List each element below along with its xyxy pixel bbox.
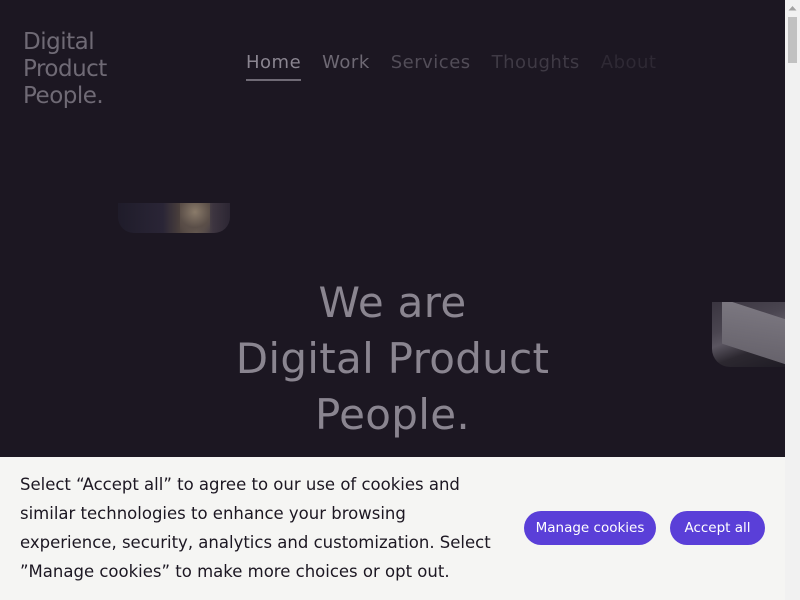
site-logo[interactable]: Digital Product People. xyxy=(23,29,107,110)
scrollbar-thumb[interactable] xyxy=(788,17,797,63)
hero-heading: We are Digital Product People. xyxy=(0,275,785,443)
page: Digital Product People. Home Work Servic… xyxy=(0,0,785,600)
manage-cookies-button[interactable]: Manage cookies xyxy=(524,511,656,545)
accept-all-button[interactable]: Accept all xyxy=(670,511,765,545)
hero-line-2: Digital Product xyxy=(235,334,550,383)
vertical-scrollbar[interactable] xyxy=(785,0,800,600)
nav-item-services[interactable]: Services xyxy=(391,52,471,81)
decorative-image-fragment xyxy=(118,203,230,233)
main-nav: Home Work Services Thoughts About xyxy=(246,52,677,81)
cookie-banner-text: Select “Accept all” to agree to our use … xyxy=(20,475,491,581)
scroll-up-arrow-icon[interactable] xyxy=(785,0,800,15)
nav-item-thoughts[interactable]: Thoughts xyxy=(492,52,580,81)
hero-line-1: We are xyxy=(318,278,467,327)
logo-line-2: Product xyxy=(23,56,107,82)
nav-item-about[interactable]: About xyxy=(601,52,657,81)
logo-line-3: People. xyxy=(23,83,104,109)
hero-line-3: People. xyxy=(315,390,470,439)
logo-line-1: Digital xyxy=(23,29,95,55)
image-highlight xyxy=(180,203,210,233)
cookie-banner: Select “Accept all” to agree to our use … xyxy=(0,457,785,600)
nav-item-home[interactable]: Home xyxy=(246,52,302,81)
nav-item-work[interactable]: Work xyxy=(322,52,370,81)
